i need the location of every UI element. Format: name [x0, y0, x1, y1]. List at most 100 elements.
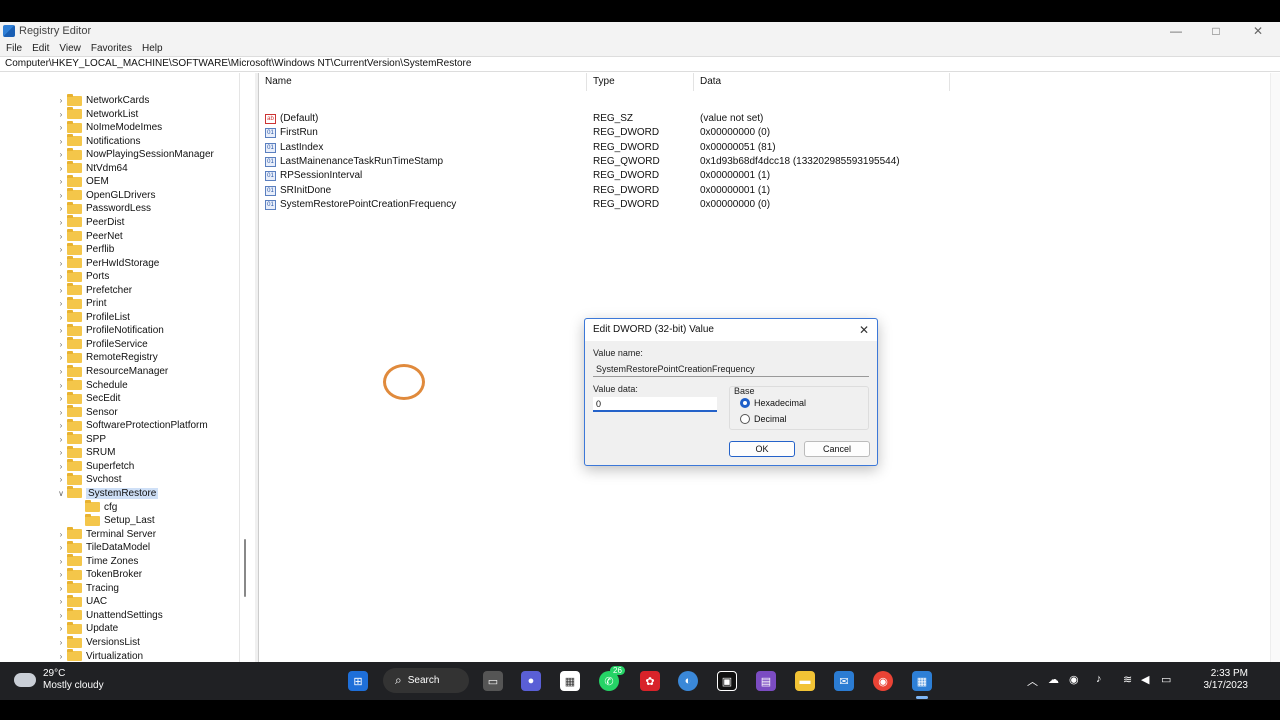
tree-item[interactable]: ∨ SystemRestore	[56, 486, 159, 500]
wifi-icon[interactable]: ≋	[1123, 673, 1132, 686]
chevron-right-icon[interactable]: ›	[56, 638, 66, 647]
chevron-up-icon[interactable]: ︿	[1027, 673, 1038, 689]
chevron-right-icon[interactable]: ›	[56, 137, 66, 146]
tree-item[interactable]: › Sensor	[56, 405, 118, 419]
tree-item[interactable]: › ResourceManager	[56, 364, 168, 378]
minimize-button[interactable]: —	[1156, 22, 1196, 40]
tree-item[interactable]: › PasswordLess	[56, 201, 151, 215]
chevron-right-icon[interactable]: ›	[56, 435, 66, 444]
tree-item[interactable]: › Schedule	[56, 378, 128, 392]
address-bar[interactable]: Computer\HKEY_LOCAL_MACHINE\SOFTWARE\Mic…	[0, 56, 1280, 72]
value-row[interactable]: 01 RPSessionInterval REG_DWORD 0x00000001 (…	[259, 169, 959, 183]
chevron-right-icon[interactable]: ›	[56, 611, 66, 620]
tree-item[interactable]: cfg	[74, 500, 117, 514]
decimal-radio[interactable]: Decimal	[740, 414, 787, 424]
camera-app-icon[interactable]: ▣	[717, 671, 737, 691]
chevron-right-icon[interactable]: ›	[56, 367, 66, 376]
tree-item[interactable]: › NoImeModeImes	[56, 120, 162, 134]
tree-item[interactable]: › Superfetch	[56, 459, 134, 473]
chevron-right-icon[interactable]: ›	[56, 164, 66, 173]
tree-item[interactable]: › OEM	[56, 174, 109, 188]
teams-chat-icon[interactable]: ●	[521, 671, 541, 691]
chevron-right-icon[interactable]: ›	[56, 218, 66, 227]
tree-item[interactable]: › TileDataModel	[56, 540, 150, 554]
tree-item[interactable]: › PerHwIdStorage	[56, 256, 159, 270]
speaker-icon[interactable]: ◀	[1141, 673, 1149, 686]
battery-icon[interactable]: ▭	[1161, 673, 1171, 686]
close-button[interactable]: ✕	[1238, 22, 1278, 40]
tree-item[interactable]: › SoftwareProtectionPlatform	[56, 418, 208, 432]
chevron-right-icon[interactable]: ›	[56, 245, 66, 254]
tree-item[interactable]: › Notifications	[56, 134, 140, 148]
tree-item[interactable]: › Virtualization	[56, 649, 143, 662]
taskbar-search[interactable]: ⌕ Search	[383, 668, 469, 693]
tree-scrollbar[interactable]	[244, 539, 246, 597]
menu-edit[interactable]: Edit	[32, 43, 49, 54]
chevron-right-icon[interactable]: ›	[56, 123, 66, 132]
store-icon[interactable]: ▦	[560, 671, 580, 691]
chevron-right-icon[interactable]: ›	[56, 110, 66, 119]
tree-item[interactable]: › Update	[56, 621, 118, 635]
task-view-icon[interactable]: ▭	[483, 671, 503, 691]
cloud-tray-icon[interactable]: ☁	[1048, 673, 1059, 686]
chevron-right-icon[interactable]: ›	[56, 624, 66, 633]
microphone-icon[interactable]: ♪	[1096, 673, 1102, 685]
chevron-right-icon[interactable]: ›	[56, 299, 66, 308]
tree-item[interactable]: › OpenGLDrivers	[56, 188, 155, 202]
tree-item[interactable]: › ProfileList	[56, 310, 130, 324]
tree-item[interactable]: › SPP	[56, 432, 106, 446]
tree-item[interactable]: › TokenBroker	[56, 567, 142, 581]
chevron-right-icon[interactable]: ›	[56, 340, 66, 349]
tree-item[interactable]: Setup_Last	[74, 513, 155, 527]
clock[interactable]: 2:33 PM 3/17/2023	[1188, 668, 1249, 692]
chevron-right-icon[interactable]: ›	[56, 150, 66, 159]
tree-item[interactable]: › Terminal Server	[56, 527, 156, 541]
chevron-right-icon[interactable]: ›	[56, 232, 66, 241]
menu-favorites[interactable]: Favorites	[91, 43, 132, 54]
ok-button[interactable]: OK	[729, 441, 795, 457]
tree-item[interactable]: › SecEdit	[56, 391, 120, 405]
menu-file[interactable]: File	[6, 43, 22, 54]
tree-item[interactable]: › PeerNet	[56, 229, 123, 243]
tree-item[interactable]: › Svchost	[56, 472, 122, 486]
chevron-right-icon[interactable]: ›	[56, 557, 66, 566]
maximize-button[interactable]: □	[1196, 22, 1236, 40]
chevron-right-icon[interactable]: ›	[56, 543, 66, 552]
tree-item[interactable]: › ProfileNotification	[56, 323, 164, 337]
value-row[interactable]: 01 LastMainenanceTaskRunTimeStamp REG_QWOR…	[259, 155, 959, 169]
tree-item[interactable]: › Ports	[56, 269, 109, 283]
chevron-right-icon[interactable]: ›	[56, 584, 66, 593]
chevron-right-icon[interactable]: ›	[56, 394, 66, 403]
file-explorer-icon[interactable]: ▬	[795, 671, 815, 691]
tree-item[interactable]: › RemoteRegistry	[56, 350, 158, 364]
values-scrollbar[interactable]	[1270, 73, 1280, 662]
value-row[interactable]: 01 SRInitDone REG_DWORD 0x00000001 (1)	[259, 184, 959, 198]
value-name-field[interactable]: SystemRestorePointCreationFrequency	[593, 362, 869, 377]
chevron-right-icon[interactable]: ›	[56, 96, 66, 105]
windows-start-icon[interactable]: ⊞	[348, 671, 368, 691]
column-data[interactable]: Data	[694, 73, 950, 91]
chevron-right-icon[interactable]: ›	[56, 272, 66, 281]
tree-item[interactable]: › SRUM	[56, 445, 115, 459]
chevron-right-icon[interactable]: ›	[56, 286, 66, 295]
huawei-icon[interactable]: ✿	[640, 671, 660, 691]
chevron-right-icon[interactable]: ›	[56, 475, 66, 484]
mail-icon[interactable]: ✉	[834, 671, 854, 691]
app-icon-blue[interactable]: ◐	[678, 671, 698, 691]
value-row[interactable]: 01 LastIndex REG_DWORD 0x00000051 (81)	[259, 141, 959, 155]
tree-item[interactable]: › NowPlayingSessionManager	[56, 147, 214, 161]
tree-item[interactable]: › ProfileService	[56, 337, 148, 351]
tree-item[interactable]: › VersionsList	[56, 635, 140, 649]
chevron-right-icon[interactable]: ›	[56, 353, 66, 362]
chevron-right-icon[interactable]: ›	[56, 448, 66, 457]
chevron-right-icon[interactable]: ›	[56, 259, 66, 268]
chevron-right-icon[interactable]: ›	[56, 530, 66, 539]
column-name[interactable]: Name	[259, 73, 587, 91]
menu-view[interactable]: View	[59, 43, 81, 54]
tree-item[interactable]: › Perflib	[56, 242, 114, 256]
value-row[interactable]: 01 FirstRun REG_DWORD 0x00000000 (0)	[259, 126, 959, 140]
weather-widget[interactable]: 29°C Mostly cloudy	[14, 668, 104, 692]
chevron-right-icon[interactable]: ›	[56, 570, 66, 579]
chevron-right-icon[interactable]: ›	[56, 421, 66, 430]
chevron-right-icon[interactable]: ›	[56, 204, 66, 213]
